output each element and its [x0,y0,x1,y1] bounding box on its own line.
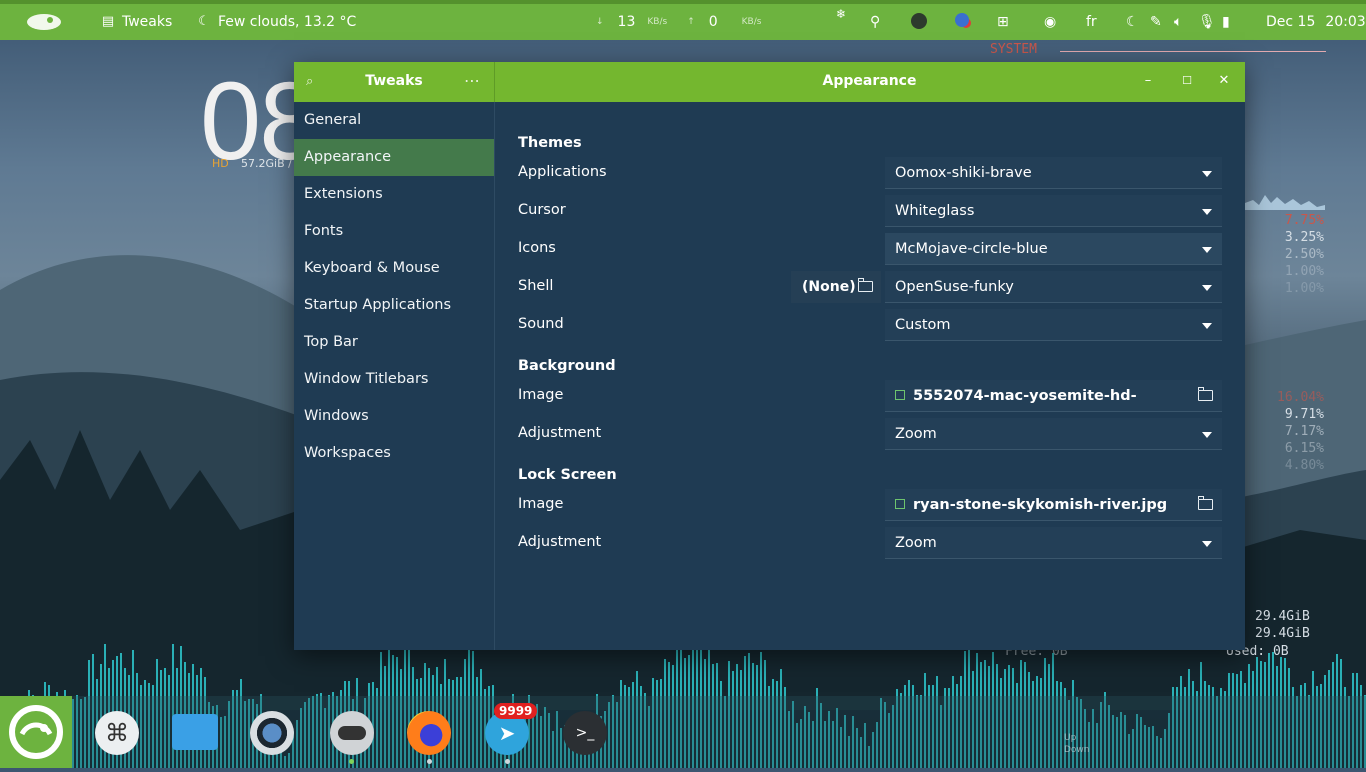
appearance-panel: Themes Applications Oomox-shiki-brave Cu… [495,102,1245,650]
camera-icon[interactable] [250,711,294,755]
clock-date[interactable]: Dec 15 20:03 [1266,14,1366,30]
icons-theme-select[interactable]: McMojave-circle-blue [885,233,1222,265]
conky-divider [1060,51,1326,52]
conky-down-label: Down [1064,745,1090,755]
weather-indicator[interactable]: ☾ Few clouds, 13.2 °C [196,14,356,30]
tweaks-icon[interactable] [330,711,374,755]
background-adjustment-label: Adjustment [518,425,602,441]
sidebar-item-top-bar[interactable]: Top Bar [294,324,494,361]
camera-icon[interactable]: ◉ [1044,14,1056,30]
snowflake-icon[interactable]: ❄ [836,7,846,21]
arrow-down-icon: ↓ [596,17,604,27]
weather-icon: ☾ [198,14,210,29]
notification-icon[interactable] [955,13,969,27]
chevron-down-icon [1202,247,1212,253]
command-icon[interactable]: ⌘ [95,711,139,755]
image-icon [895,390,905,400]
conky-cpu-graph [1245,195,1325,210]
qr-icon[interactable]: ⊞ [997,14,1009,30]
opensuse-logo-icon[interactable] [24,10,64,34]
titlebar: ⌕ Tweaks ⋯ Appearance – ☐ ✕ [294,62,1245,102]
arrow-up-icon: ↑ [687,17,695,27]
sidebar-header: ⌕ Tweaks ⋯ [294,62,495,102]
background-adjustment-select[interactable]: Zoom [885,418,1222,450]
sidebar-item-window-titlebars[interactable]: Window Titlebars [294,361,494,398]
menu-dots-icon[interactable]: ⋯ [464,71,481,90]
chevron-down-icon [1202,285,1212,291]
tweaks-window: ⌕ Tweaks ⋯ Appearance – ☐ ✕ General Appe… [294,62,1245,650]
chevron-down-icon [1202,323,1212,329]
conky-mem-1: 29.4GiB [1255,609,1310,624]
sidebar-item-general[interactable]: General [294,102,494,139]
minimize-button[interactable]: – [1139,72,1157,90]
battery-icon[interactable]: ▮ [1222,14,1230,30]
running-indicator [349,759,354,764]
conky-hd-value: 57.2GiB / [241,157,292,170]
top-bar: ▤ Tweaks ☾ Few clouds, 13.2 °C ↓ 13 KB/s… [0,0,1366,40]
net-speed-indicator[interactable]: ↓ 13 KB/s ↑ 0 KB/s [596,14,761,30]
conky-up-label: Up [1064,733,1077,743]
conky-system-label: SYSTEM [990,42,1037,57]
lock-adjustment-label: Adjustment [518,534,602,550]
cursor-label: Cursor [518,202,566,218]
applications-theme-select[interactable]: Oomox-shiki-brave [885,157,1222,189]
lock-adjustment-select[interactable]: Zoom [885,527,1222,559]
folder-icon [1198,496,1213,510]
sound-theme-select[interactable]: Custom [885,309,1222,341]
sidebar-item-appearance[interactable]: Appearance [294,139,494,176]
maximize-button[interactable]: ☐ [1178,72,1196,90]
shell-file-button[interactable]: (None) [791,271,881,303]
applications-label: Applications [518,164,607,180]
sidebar-item-keyboard-mouse[interactable]: Keyboard & Mouse [294,250,494,287]
chevron-down-icon [1202,171,1212,177]
section-lock-screen: Lock Screen [518,467,617,483]
folder-icon [1198,387,1213,401]
shell-theme-select[interactable]: OpenSuse-funky [885,271,1222,303]
conky-cpu-list-2: 16.04% 9.71% 7.17% 6.15% 4.80% [1277,390,1324,473]
image-icon [895,499,905,509]
sidebar-item-extensions[interactable]: Extensions [294,176,494,213]
shell-label: Shell [518,278,554,294]
keyboard-layout[interactable]: fr [1086,14,1097,30]
sidebar-item-windows[interactable]: Windows [294,398,494,435]
files-icon[interactable] [172,714,218,750]
conky-cpu-list-1: 7.75% 3.25% 2.50% 1.00% 1.00% [1284,213,1324,296]
antenna-icon[interactable]: ⚲ [870,14,880,30]
sidebar-item-startup-applications[interactable]: Startup Applications [294,287,494,324]
close-button[interactable]: ✕ [1215,72,1233,90]
opensuse-icon[interactable] [0,696,72,768]
lock-image-chooser[interactable]: ryan-stone-skykomish-river.jpg [885,489,1222,521]
telegram-badge: 9999 [494,703,538,719]
conky-hd-label: HD [212,157,229,170]
clock-icon[interactable] [911,13,927,29]
section-background: Background [518,358,616,374]
running-indicator [427,759,432,764]
volume-icon[interactable]: 🔈︎ [1174,14,1182,30]
toggle-icon: ▤ [101,14,115,29]
chevron-down-icon [1202,209,1212,215]
folder-icon [858,278,873,292]
chevron-down-icon [1202,432,1212,438]
running-indicator [505,759,510,764]
tweaks-app-menu[interactable]: ▤ Tweaks [100,14,172,30]
firefox-icon[interactable] [407,711,451,755]
background-image-chooser[interactable]: 5552074-mac-yosemite-hd-wallpaper.jpg [885,380,1222,436]
toggle-icon [338,726,366,740]
cursor-theme-select[interactable]: Whiteglass [885,195,1222,227]
night-icon[interactable]: ☾ [1126,14,1139,30]
sidebar-item-fonts[interactable]: Fonts [294,213,494,250]
icons-label: Icons [518,240,556,256]
lock-image-label: Image [518,496,564,512]
background-image-label: Image [518,387,564,403]
page-title: Appearance [822,73,917,89]
terminal-icon[interactable]: >_ [563,711,607,755]
mic-icon[interactable]: 🎙︎ [1198,14,1216,30]
conky-mem-2: 29.4GiB [1255,626,1310,641]
sidebar: General Appearance Extensions Fonts Keyb… [294,102,495,650]
color-picker-icon[interactable]: ✎ [1150,14,1162,30]
chevron-down-icon [1202,541,1212,547]
sidebar-item-workspaces[interactable]: Workspaces [294,435,494,472]
sound-label: Sound [518,316,564,332]
section-themes: Themes [518,135,582,151]
